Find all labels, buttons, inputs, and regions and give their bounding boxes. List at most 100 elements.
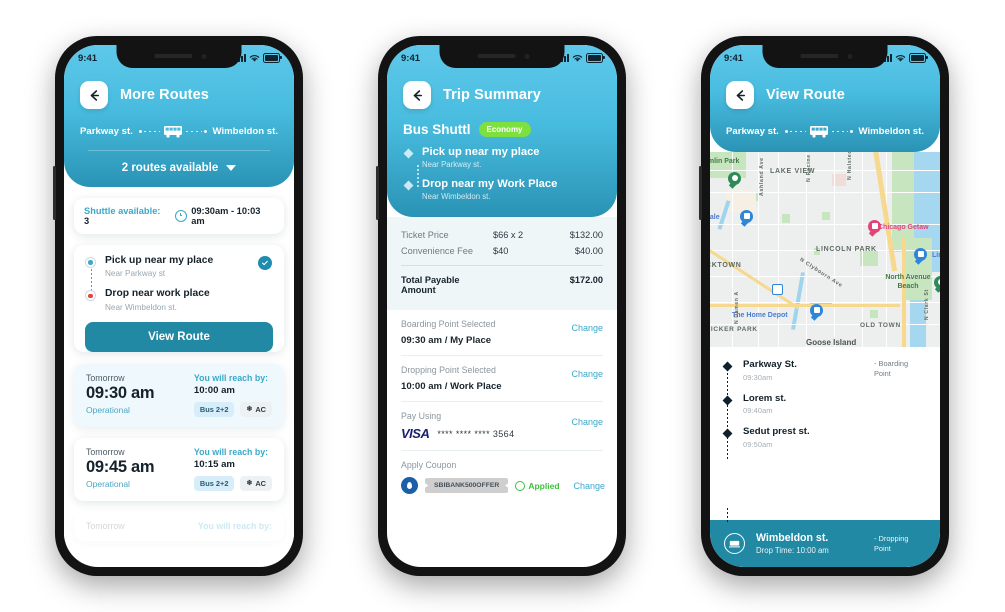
stop-connector-line	[727, 508, 729, 522]
change-dropping-button[interactable]: Change	[571, 369, 603, 379]
back-button[interactable]	[726, 81, 754, 109]
stop-name: Drop near work place	[105, 288, 210, 300]
shuttle-available-label: Shuttle available: 3	[84, 206, 161, 226]
bus-circle-icon	[724, 533, 745, 554]
stop-time: 09:50am	[743, 439, 773, 449]
stop-name: Lorem st.	[743, 392, 787, 404]
restaurant-pin[interactable]	[868, 220, 881, 237]
stop-name: Parkway St.	[743, 359, 797, 370]
list-item: Drop near my Work Place Near Wimbeldon s…	[403, 178, 601, 201]
battery-icon	[909, 53, 928, 63]
screenshot-stage: 9:41 More Routes Parkway st. Wimbeldon s…	[0, 0, 1005, 612]
drop-marker-icon	[403, 180, 414, 191]
status-time: 9:41	[401, 52, 421, 64]
route-map[interactable]: amlin Park LAKE VIEW Ashland Ave N Racin…	[710, 152, 940, 347]
sbi-bank-icon	[401, 477, 418, 494]
bus-icon	[162, 125, 184, 138]
phone-trip-summary: 9:41 Trip Summary Bus Shuttl Economy Pic…	[376, 36, 626, 576]
snowflake-icon: ❄	[246, 405, 253, 413]
map-label: LINCOLN PARK	[816, 246, 877, 253]
trip-option-card[interactable]: Tomorrow You will reach by:	[74, 511, 284, 541]
dropping-point-footer: Wimbeldon st. Drop Time: 10:00 am - Drop…	[710, 508, 940, 567]
routes-available-dropdown[interactable]: 2 routes available	[80, 151, 278, 187]
back-button[interactable]	[80, 81, 108, 109]
change-boarding-button[interactable]: Change	[571, 323, 603, 333]
change-payment-button[interactable]: Change	[571, 417, 603, 427]
fare-unit: $40	[493, 246, 509, 256]
route-stops-card: Pick up near my place Near Parkway st Dr…	[74, 245, 284, 352]
map-label: Ashland Ave	[759, 157, 765, 196]
route-origin: Parkway st.	[80, 125, 133, 137]
route-summary: Parkway st. Wimbeldon st.	[80, 124, 278, 138]
footer-note: - Dropping Point	[874, 533, 909, 553]
map-label: N Halsted St	[847, 152, 853, 180]
map-label: amlin Park	[710, 158, 740, 165]
routes-available-label: 2 routes available	[121, 162, 219, 174]
card-masked-number: **** **** **** 3564	[437, 428, 515, 439]
back-button[interactable]	[403, 81, 431, 109]
stop-time: 09:40am	[743, 406, 773, 415]
tag-ac: ❄ AC	[240, 475, 272, 491]
shuttle-card: Shuttle available: 3 09:30am - 10:03 am	[74, 198, 284, 234]
divider	[401, 265, 603, 266]
back-arrow-icon	[736, 89, 745, 101]
page-title: Trip Summary	[443, 87, 541, 103]
map-label: N Damen A	[734, 291, 740, 324]
footer-stop-name: Wimbeldon st.	[756, 532, 829, 544]
pickup-marker-icon	[403, 148, 414, 159]
table-row-total: Total Payable Amount $172.00	[401, 272, 603, 298]
list-item: Sedut prest st. 09:50am	[722, 426, 926, 449]
view-route-button[interactable]: View Route	[85, 321, 273, 352]
trip-option-card[interactable]: Tomorrow 09:30 am Operational You will r…	[74, 363, 284, 427]
back-arrow-icon	[90, 89, 99, 101]
trip-status: Operational	[86, 478, 130, 489]
bus-icon	[808, 125, 830, 138]
trip-option-card[interactable]: Tomorrow 09:45 am Operational You will r…	[74, 437, 284, 501]
wifi-icon	[572, 54, 583, 62]
map-label: WICKER PARK	[710, 326, 758, 333]
stop-connector-line	[417, 165, 419, 187]
visa-logo-icon: VISA	[401, 426, 430, 441]
status-badge: Economy	[478, 122, 531, 137]
stop-sub: Near Wimbeldon st.	[422, 192, 491, 201]
stop-marker-icon	[722, 395, 733, 405]
trip-status: Operational	[86, 404, 130, 415]
list-item: Pick up near my place Near Parkway st	[86, 255, 272, 278]
list-item: Parkway St. 09:30am - Boarding Point	[722, 359, 926, 382]
stop-list: Parkway St. 09:30am - Boarding Point Lor…	[710, 347, 940, 461]
stop-sub: Near Parkway st	[105, 269, 166, 279]
store-pin[interactable]	[810, 304, 823, 321]
coupon-section: Apply Coupon SBIBANK500OFFER Applied Cha…	[387, 451, 617, 506]
drop-marker-icon	[86, 291, 95, 301]
change-coupon-button[interactable]: Change	[574, 481, 606, 491]
page-title: More Routes	[120, 87, 209, 103]
wifi-icon	[895, 54, 906, 62]
phone1-body: Shuttle available: 3 09:30am - 10:03 am	[64, 198, 294, 541]
shop-pin[interactable]	[740, 210, 753, 227]
camera-pin[interactable]	[914, 248, 927, 265]
back-arrow-icon	[413, 89, 422, 101]
table-row: Ticket Price $66 x 2 $132.00	[401, 227, 603, 243]
coupon-label: Apply Coupon	[401, 460, 457, 470]
trip-depart-time: 09:45 am	[86, 457, 155, 476]
route-origin: Parkway st.	[726, 125, 779, 137]
stop-note: - Boarding Point	[874, 359, 909, 378]
phone-notch	[116, 45, 242, 68]
phone-notch	[762, 45, 888, 68]
list-item: Drop near work place Near Wimbeldon st.	[86, 288, 272, 312]
stop-marker-icon	[722, 361, 733, 372]
pickup-marker-icon	[86, 258, 95, 267]
route-summary: Parkway st. Wimbeldon st.	[726, 124, 924, 138]
map-label: OLD TOWN	[860, 322, 901, 329]
map-label: N Clark St	[924, 289, 930, 320]
phone-more-routes: 9:41 More Routes Parkway st. Wimbeldon s…	[53, 36, 303, 576]
map-label: The Home Depot	[732, 312, 788, 319]
shuttle-availability-bar: Shuttle available: 3 09:30am - 10:03 am	[74, 198, 284, 234]
phone-view-route: 9:41 View Route Parkway st. Wimbeldon st…	[699, 36, 949, 576]
total-label: Total Payable Amount	[401, 275, 460, 295]
fare-amount: $40.00	[574, 246, 603, 256]
tag-ac: ❄ AC	[240, 401, 272, 417]
tree-pin[interactable]	[934, 276, 940, 293]
boarding-value: 09:30 am / My Place	[401, 335, 492, 346]
park-pin[interactable]	[728, 172, 741, 189]
